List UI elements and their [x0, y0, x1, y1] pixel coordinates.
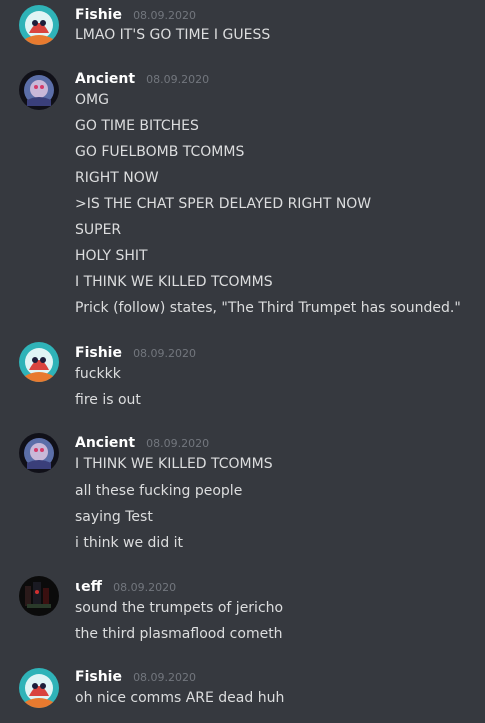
message-text: I THINK WE KILLED TCOMMS [75, 456, 273, 472]
message-text: GO TIME BITCHES [75, 118, 199, 134]
message-text: i think we did it [75, 535, 184, 551]
jeff-avatar-icon[interactable] [19, 576, 59, 616]
ancient-avatar-icon[interactable] [19, 433, 59, 473]
timestamp: 08.09.2020 [113, 581, 177, 594]
message-text: sound the trumpets of jericho [75, 600, 284, 616]
message-text: the third plasmaflood cometh [75, 626, 283, 642]
message-text: saying Test [75, 509, 153, 525]
message-text: all these fucking people [75, 483, 243, 499]
message-text: I THINK WE KILLED TCOMMS [75, 274, 273, 290]
message-text: SUPER [75, 222, 122, 238]
fishie-avatar-icon[interactable] [19, 342, 59, 382]
message-text: >IS THE CHAT SPER DELAYED RIGHT NOW [75, 196, 372, 212]
timestamp: 08.09.2020 [133, 347, 197, 360]
fishie-avatar-icon[interactable] [19, 5, 59, 45]
username[interactable]: Ancient [75, 435, 135, 451]
message-text: GO FUELBOMB TCOMMS [75, 144, 245, 160]
ancient-avatar-icon[interactable] [19, 70, 59, 110]
message-text: HOLY SHIT [75, 248, 148, 264]
timestamp: 08.09.2020 [133, 9, 197, 22]
message-text: LMAO IT'S GO TIME I GUESS [75, 27, 271, 43]
username[interactable]: ɩeff [75, 579, 102, 595]
fishie-avatar-icon[interactable] [19, 668, 59, 708]
message-text: RIGHT NOW [75, 170, 159, 186]
username[interactable]: Fishie [75, 7, 122, 23]
username[interactable]: Fishie [75, 345, 122, 361]
message-text: fire is out [75, 392, 141, 408]
message-text: Prick (follow) states, "The Third Trumpe… [75, 300, 461, 316]
timestamp: 08.09.2020 [133, 671, 197, 684]
username[interactable]: Ancient [75, 71, 135, 87]
timestamp: 08.09.2020 [146, 437, 210, 450]
message-text: oh nice comms ARE dead huh [75, 690, 285, 706]
message-text: OMG [75, 92, 109, 108]
timestamp: 08.09.2020 [146, 73, 210, 86]
message-text: fuckkk [75, 366, 121, 382]
username[interactable]: Fishie [75, 669, 122, 685]
